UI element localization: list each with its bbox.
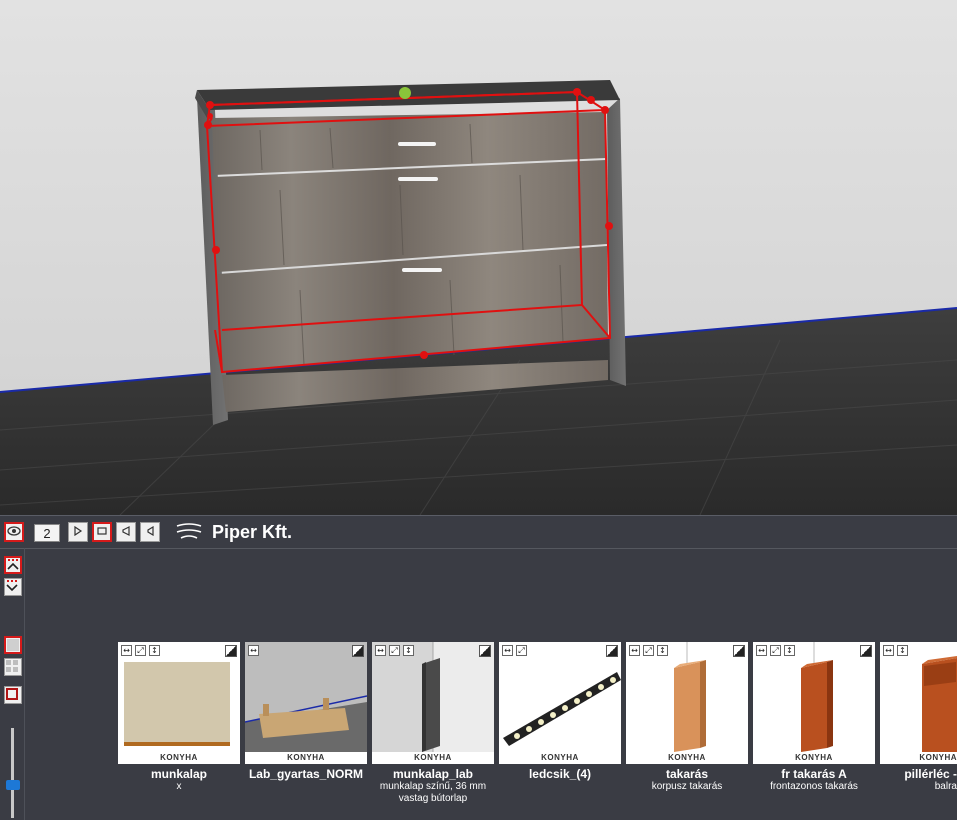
grid-view-button[interactable] <box>4 658 22 676</box>
frame-view-button[interactable] <box>4 686 22 704</box>
resize-width-icon[interactable]: ↔ <box>629 645 640 656</box>
corner-toggle-icon[interactable] <box>733 645 745 657</box>
item-subtitle: munkalap színű, 36 mm vastag bútorlap <box>379 781 487 804</box>
eye-toggle-button[interactable] <box>4 522 24 542</box>
zoom-slider-track[interactable] <box>11 728 14 818</box>
resize-height-icon[interactable]: ↕ <box>149 645 160 656</box>
chevron-down-icon <box>5 580 19 597</box>
catalog-item-pillerlec[interactable]: ↔ ↕ KONYHA pillérléc - balra <box>880 642 957 812</box>
catalog-item-munkalap-lab[interactable]: ↔ ⤢ ↕ KONYHA munkalap_lab munkalap színű… <box>372 642 494 812</box>
catalog-item-ledcsik[interactable]: ↔ ⤢ KONYHA ledcsik_(4) <box>499 642 621 812</box>
catalog-item-munkalap[interactable]: ↔ ⤢ ↕ KONYHA munkalap x <box>118 642 240 812</box>
view-count-field[interactable]: 2 <box>34 524 60 542</box>
resize-height-icon[interactable]: ↕ <box>897 645 908 656</box>
catalog-item-lab-gyartas[interactable]: ↔ KONYHA Lab_gyartas_NORM <box>245 642 367 812</box>
item-title: Lab_gyartas_NORM <box>248 767 364 781</box>
item-title: fr takarás A <box>781 767 847 781</box>
large-view-button[interactable] <box>4 636 22 654</box>
resize-height-icon[interactable]: ↕ <box>657 645 668 656</box>
scroll-up-button[interactable] <box>4 556 22 574</box>
square-icon <box>6 639 20 656</box>
resize-width-icon[interactable]: ↔ <box>883 645 894 656</box>
brand-label: KONYHA <box>626 752 748 764</box>
corner-toggle-icon[interactable] <box>606 645 618 657</box>
chevron-up-icon <box>6 559 20 576</box>
catalog-item-fr-takaras-a[interactable]: ↔ ⤢ ↕ KONYHA fr takarás A frontazonos ta… <box>753 642 875 812</box>
corner-toggle-icon[interactable] <box>352 645 364 657</box>
resize-diagonal-icon[interactable]: ⤢ <box>643 645 654 656</box>
resize-width-icon[interactable]: ↔ <box>248 645 259 656</box>
resize-width-icon[interactable]: ↔ <box>375 645 386 656</box>
resize-width-icon[interactable]: ↔ <box>502 645 513 656</box>
grid-icon <box>5 660 19 677</box>
item-thumbnail[interactable]: ↔ ⤢ ↕ KONYHA <box>372 642 494 764</box>
resize-diagonal-icon[interactable]: ⤢ <box>389 645 400 656</box>
item-title: munkalap_lab <box>392 767 474 781</box>
zoom-slider-thumb[interactable] <box>6 780 20 790</box>
item-subtitle: korpusz takarás <box>651 781 723 792</box>
view-front-button[interactable] <box>92 522 112 542</box>
item-title: takarás <box>665 767 709 781</box>
company-logo-icon <box>175 522 203 549</box>
left-tool-panel <box>0 548 25 820</box>
item-subtitle: balra <box>934 781 957 792</box>
resize-width-icon[interactable]: ↔ <box>121 645 132 656</box>
3d-viewport[interactable] <box>0 0 957 515</box>
resize-diagonal-icon[interactable]: ⤢ <box>516 645 527 656</box>
view-left-button[interactable] <box>116 522 136 542</box>
item-title: pillérléc - <box>904 767 957 781</box>
item-subtitle: x <box>176 781 182 792</box>
resize-height-icon[interactable]: ↕ <box>403 645 414 656</box>
corner-toggle-icon[interactable] <box>860 645 872 657</box>
view-toolbar: 2 Piper Kft. <box>0 515 957 549</box>
view-front-icon <box>97 523 107 541</box>
item-thumbnail[interactable]: ↔ ⤢ ↕ KONYHA <box>626 642 748 764</box>
resize-diagonal-icon[interactable]: ⤢ <box>135 645 146 656</box>
item-title: ledcsik_(4) <box>528 767 592 781</box>
item-subtitle: frontazonos takarás <box>770 781 858 792</box>
item-title: munkalap <box>150 767 207 781</box>
view-left-icon <box>121 523 131 541</box>
resize-height-icon[interactable]: ↕ <box>784 645 795 656</box>
item-thumbnail[interactable]: ↔ KONYHA <box>245 642 367 764</box>
item-thumbnail[interactable]: ↔ ⤢ ↕ KONYHA <box>118 642 240 764</box>
view-right-button[interactable] <box>68 522 88 542</box>
brand-label: KONYHA <box>372 752 494 764</box>
brand-label: KONYHA <box>245 752 367 764</box>
item-thumbnail[interactable]: ↔ ⤢ ↕ KONYHA <box>753 642 875 764</box>
catalog-strip: ↔ ⤢ ↕ KONYHA munkalap x ↔ KONYHA Lab_gya… <box>118 642 957 820</box>
corner-toggle-icon[interactable] <box>479 645 491 657</box>
view-right-icon <box>73 523 83 541</box>
frame-icon <box>5 688 19 705</box>
eye-icon <box>7 523 21 541</box>
corner-toggle-icon[interactable] <box>225 645 237 657</box>
item-thumbnail[interactable]: ↔ ⤢ KONYHA <box>499 642 621 764</box>
resize-diagonal-icon[interactable]: ⤢ <box>770 645 781 656</box>
resize-width-icon[interactable]: ↔ <box>756 645 767 656</box>
brand-label: KONYHA <box>118 752 240 764</box>
brand-label: KONYHA <box>880 752 957 764</box>
brand-label: KONYHA <box>499 752 621 764</box>
company-name: Piper Kft. <box>212 522 293 542</box>
item-thumbnail[interactable]: ↔ ↕ KONYHA <box>880 642 957 764</box>
catalog-item-takaras[interactable]: ↔ ⤢ ↕ KONYHA takarás korpusz takarás <box>626 642 748 812</box>
view-side-button[interactable] <box>140 522 160 542</box>
view-side-icon <box>145 523 155 541</box>
scroll-down-button[interactable] <box>4 578 22 596</box>
brand-label: KONYHA <box>753 752 875 764</box>
